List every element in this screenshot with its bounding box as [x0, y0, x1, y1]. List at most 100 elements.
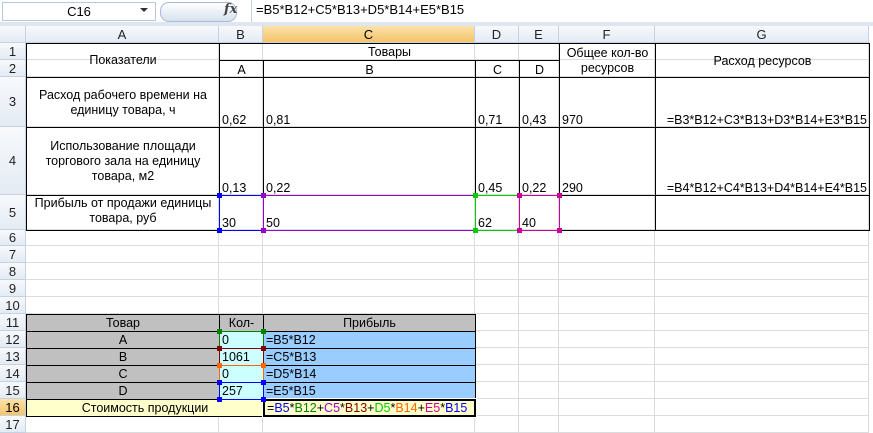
row-header-10[interactable]: 10 — [0, 297, 26, 314]
grid-cell[interactable] — [519, 399, 559, 416]
grid-cell[interactable] — [559, 399, 655, 416]
cell-F3[interactable]: 970 — [559, 77, 656, 128]
row-header-17[interactable]: 17 — [0, 416, 26, 433]
range-handle[interactable] — [217, 329, 222, 334]
range-handle[interactable] — [217, 397, 222, 402]
row-header-8[interactable]: 8 — [0, 263, 26, 280]
column-header-F[interactable]: F — [559, 26, 655, 43]
grid-cell[interactable] — [519, 246, 559, 263]
grid-cell[interactable] — [519, 297, 559, 314]
cell-C3[interactable]: 0,81 — [263, 77, 476, 128]
grid-cell[interactable] — [559, 365, 655, 382]
range-handle[interactable] — [517, 193, 522, 198]
row-header-13[interactable]: 13 — [0, 348, 26, 365]
cell-G1[interactable]: Расход ресурсов — [655, 43, 870, 78]
row-header-5[interactable]: 5 — [0, 195, 26, 230]
cell-G5[interactable] — [655, 195, 870, 231]
grid-cell[interactable] — [263, 263, 475, 280]
range-handle[interactable] — [261, 329, 266, 334]
grid-cell[interactable] — [475, 382, 519, 399]
row-header-4[interactable]: 4 — [0, 127, 26, 195]
grid-cell[interactable] — [559, 382, 655, 399]
row-header-11[interactable]: 11 — [0, 314, 26, 331]
range-handle[interactable] — [217, 193, 222, 198]
cell-C13[interactable]: =C5*B13 — [263, 348, 476, 366]
range-handle[interactable] — [517, 228, 522, 233]
row-header-3[interactable]: 3 — [0, 77, 26, 127]
range-handle[interactable] — [217, 228, 222, 233]
cell-A12[interactable]: A — [26, 331, 220, 349]
grid-cell[interactable] — [475, 348, 519, 365]
grid-cell[interactable] — [26, 230, 219, 246]
row-header-15[interactable]: 15 — [0, 382, 26, 399]
grid-cell[interactable] — [263, 297, 475, 314]
range-handle[interactable] — [261, 193, 266, 198]
row-header-1[interactable]: 1 — [0, 43, 26, 60]
grid-cell[interactable] — [655, 399, 869, 416]
row-header-7[interactable]: 7 — [0, 246, 26, 263]
grid-cell[interactable] — [475, 246, 519, 263]
row-header-2[interactable]: 2 — [0, 60, 26, 77]
grid-cell[interactable] — [519, 230, 559, 246]
grid-cell[interactable] — [559, 297, 655, 314]
cell-A16[interactable]: Стоимость продукции — [26, 399, 264, 417]
grid-cell[interactable] — [655, 348, 869, 365]
cell-B2[interactable]: A — [219, 60, 264, 78]
grid-cell[interactable] — [475, 314, 519, 331]
cell-B4[interactable]: 0,13 — [219, 127, 264, 196]
grid-cell[interactable] — [519, 348, 559, 365]
grid-cell[interactable] — [263, 416, 475, 433]
name-box[interactable]: C16 — [2, 2, 156, 21]
range-handle[interactable] — [217, 346, 222, 351]
grid-cell[interactable] — [519, 365, 559, 382]
grid-cell[interactable] — [219, 246, 263, 263]
cell-A1[interactable]: Показатели — [26, 43, 220, 78]
grid-cell[interactable] — [655, 280, 869, 297]
cell-B11[interactable]: Кол- — [219, 314, 264, 332]
cell-F5[interactable] — [559, 195, 656, 231]
cell-C14[interactable]: =D5*B14 — [263, 365, 476, 383]
grid-cell[interactable] — [475, 331, 519, 348]
name-box-dropdown-icon[interactable] — [140, 8, 148, 12]
grid-cell[interactable] — [263, 230, 475, 246]
cell-D2[interactable]: C — [475, 60, 520, 78]
range-handle[interactable] — [261, 346, 266, 351]
cell-A13[interactable]: B — [26, 348, 220, 366]
grid-cell[interactable] — [26, 263, 219, 280]
cell-C16[interactable]: = B5 * B12 + C5 * B13 + D5 * B14 + E5 * B15 — [262, 398, 477, 418]
grid-cell[interactable] — [26, 280, 219, 297]
cell-A5[interactable]: Прибыль от продажи единицы товара, руб — [26, 195, 220, 231]
range-handle[interactable] — [217, 363, 222, 368]
grid-cell[interactable] — [263, 280, 475, 297]
grid-cell[interactable] — [559, 280, 655, 297]
grid-cell[interactable] — [655, 314, 869, 331]
grid-cell[interactable] — [475, 297, 519, 314]
cell-E3[interactable]: 0,43 — [519, 77, 560, 128]
grid-cell[interactable] — [219, 297, 263, 314]
cell-D3[interactable]: 0,71 — [475, 77, 520, 128]
fx-icon[interactable]: fx — [224, 2, 237, 17]
range-handle[interactable] — [217, 380, 222, 385]
grid-cell[interactable] — [655, 416, 869, 433]
grid-cell[interactable] — [263, 246, 475, 263]
grid-cell[interactable] — [655, 382, 869, 399]
row-header-16[interactable]: 16 — [0, 399, 26, 416]
range-handle[interactable] — [261, 228, 266, 233]
grid-cell[interactable] — [559, 263, 655, 280]
cell-G4[interactable]: =B4*B12+C4*B13+D4*B14+E4*B15 — [655, 127, 870, 196]
column-header-G[interactable]: G — [655, 26, 869, 43]
grid-cell[interactable] — [475, 263, 519, 280]
column-header-E[interactable]: E — [519, 26, 559, 43]
grid-cell[interactable] — [519, 263, 559, 280]
grid-cell[interactable] — [519, 280, 559, 297]
grid-cell[interactable] — [475, 230, 519, 246]
grid-cell[interactable] — [655, 331, 869, 348]
grid-cell[interactable] — [219, 230, 263, 246]
grid-cell[interactable] — [559, 331, 655, 348]
select-all-corner[interactable] — [0, 26, 26, 43]
cell-D4[interactable]: 0,45 — [475, 127, 520, 196]
cell-C12[interactable]: =B5*B12 — [263, 331, 476, 349]
cell-C4[interactable]: 0,22 — [263, 127, 476, 196]
grid-cell[interactable] — [519, 314, 559, 331]
grid-cell[interactable] — [26, 246, 219, 263]
